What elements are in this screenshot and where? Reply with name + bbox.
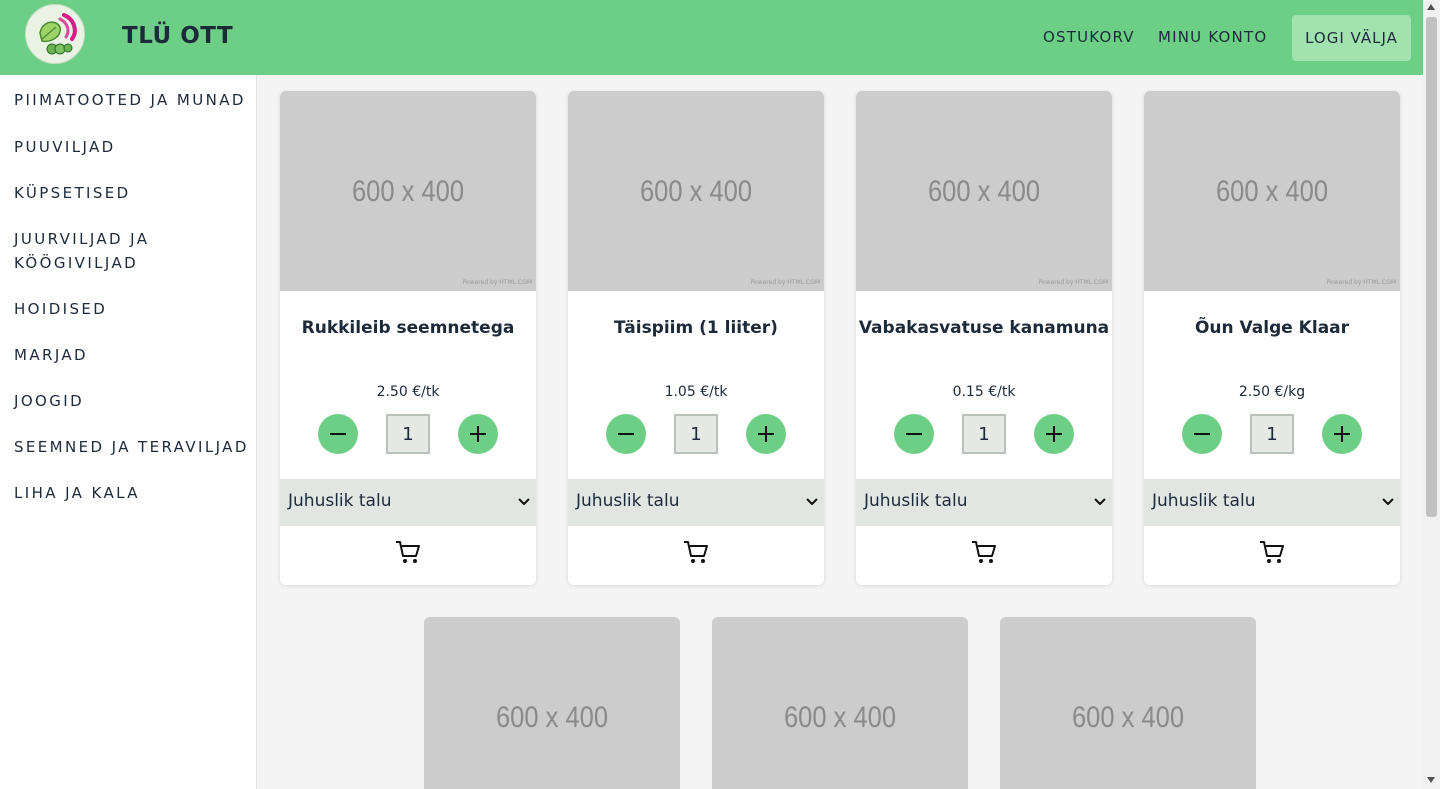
minus-icon <box>906 433 922 435</box>
product-name: Vabakasvatuse kanamuna <box>858 318 1110 338</box>
image-credit: Powered by HTML.COM <box>1038 279 1108 286</box>
product-image: 600 x 400 <box>424 617 680 789</box>
chevron-down-icon <box>518 498 530 506</box>
add-to-cart-icon[interactable] <box>970 538 998 566</box>
sidebar-item-baked-goods[interactable]: KÜPSETISED <box>14 181 249 205</box>
sidebar-item-preserves[interactable]: HOIDISED <box>14 297 249 321</box>
product-price: 0.15 €/tk <box>952 384 1016 400</box>
chevron-down-icon <box>806 498 818 506</box>
page-scrollbar[interactable] <box>1423 0 1440 789</box>
sidebar-item-dairy-eggs[interactable]: PIIMATOOTED JA MUNAD <box>14 88 249 112</box>
decrease-quantity-button[interactable] <box>894 414 934 454</box>
add-to-cart-icon[interactable] <box>1258 538 1286 566</box>
product-image: 600 x 400 Powered by HTML.COM <box>1144 91 1400 291</box>
product-card: 600 x 400 Powered by HTML.COM Vabakasvat… <box>856 91 1112 585</box>
add-to-cart-icon[interactable] <box>394 538 422 566</box>
product-image: 600 x 400 <box>1000 617 1256 789</box>
brand-title[interactable]: TLÜ OTT <box>122 23 233 49</box>
farm-select[interactable]: Juhuslik talu <box>280 479 536 526</box>
image-credit: Powered by HTML.COM <box>750 279 820 286</box>
sidebar-item-meat-fish[interactable]: LIHA JA KALA <box>14 481 249 505</box>
scroll-down-icon[interactable] <box>1427 777 1435 783</box>
image-placeholder-label: 600 x 400 <box>1215 175 1329 208</box>
plus-icon <box>470 426 486 442</box>
quantity-input[interactable] <box>1250 414 1294 454</box>
image-placeholder-label: 600 x 400 <box>351 175 465 208</box>
sidebar-item-seeds-grains[interactable]: SEEMNED JA TERAVILJAD <box>14 435 249 459</box>
product-image: 600 x 400 <box>712 617 968 789</box>
increase-quantity-button[interactable] <box>458 414 498 454</box>
product-image: 600 x 400 Powered by HTML.COM <box>856 91 1112 291</box>
image-credit: Powered by HTML.COM <box>1326 279 1396 286</box>
image-placeholder-label: 600 x 400 <box>783 701 897 734</box>
plus-icon <box>758 426 774 442</box>
image-credit: Powered by HTML.COM <box>462 279 532 286</box>
image-placeholder-label: 600 x 400 <box>1071 701 1185 734</box>
leaf-logo-icon <box>39 13 77 55</box>
farm-select-value: Juhuslik talu <box>864 491 968 511</box>
scroll-up-icon[interactable] <box>1427 4 1435 10</box>
minus-icon <box>330 433 346 435</box>
increase-quantity-button[interactable] <box>746 414 786 454</box>
plus-icon <box>1046 426 1062 442</box>
farm-select-value: Juhuslik talu <box>1152 491 1256 511</box>
decrease-quantity-button[interactable] <box>1182 414 1222 454</box>
sidebar-item-berries[interactable]: MARJAD <box>14 343 249 367</box>
farm-select[interactable]: Juhuslik talu <box>568 479 824 526</box>
product-card: 600 x 400 Powered by HTML.COM Täispiim (… <box>568 91 824 585</box>
minus-icon <box>1194 433 1210 435</box>
quantity-input[interactable] <box>386 414 430 454</box>
logo[interactable] <box>25 4 85 64</box>
farm-select[interactable]: Juhuslik talu <box>856 479 1112 526</box>
sidebar-item-vegetables[interactable]: JUURVILJAD JA KÖÖGIVILJAD <box>14 227 164 275</box>
nav-account-link[interactable]: MINU KONTO <box>1158 28 1267 46</box>
plus-icon <box>1334 426 1350 442</box>
product-name: Täispiim (1 liiter) <box>614 318 778 338</box>
product-name: Rukkileib seemnetega <box>301 318 515 338</box>
farm-select-value: Juhuslik talu <box>576 491 680 511</box>
sidebar-item-fruits[interactable]: PUUVILJAD <box>14 135 249 159</box>
minus-icon <box>618 433 634 435</box>
product-price: 2.50 €/kg <box>1238 384 1306 400</box>
chevron-down-icon <box>1094 498 1106 506</box>
product-price: 2.50 €/tk <box>376 384 440 400</box>
product-image: 600 x 400 Powered by HTML.COM <box>568 91 824 291</box>
increase-quantity-button[interactable] <box>1322 414 1362 454</box>
increase-quantity-button[interactable] <box>1034 414 1074 454</box>
chevron-down-icon <box>1382 498 1394 506</box>
category-sidebar: PIIMATOOTED JA MUNAD PUUVILJAD KÜPSETISE… <box>0 75 257 789</box>
decrease-quantity-button[interactable] <box>318 414 358 454</box>
image-placeholder-label: 600 x 400 <box>639 175 753 208</box>
product-image: 600 x 400 Powered by HTML.COM <box>280 91 536 291</box>
product-card: 600 x 400 Powered by HTML.COM Rukkileib … <box>280 91 536 585</box>
farm-select[interactable]: Juhuslik talu <box>1144 479 1400 526</box>
scroll-thumb[interactable] <box>1426 17 1437 517</box>
product-card: 600 x 400 Powered by HTML.COM Õun Valge … <box>1144 91 1400 585</box>
quantity-input[interactable] <box>674 414 718 454</box>
quantity-input[interactable] <box>962 414 1006 454</box>
logout-button[interactable]: LOGI VÄLJA <box>1292 15 1411 61</box>
farm-select-value: Juhuslik talu <box>288 491 392 511</box>
image-placeholder-label: 600 x 400 <box>495 701 609 734</box>
nav-cart-link[interactable]: OSTUKORV <box>1043 28 1135 46</box>
top-header: TLÜ OTT OSTUKORV MINU KONTO LOGI VÄLJA <box>0 0 1423 75</box>
add-to-cart-icon[interactable] <box>682 538 710 566</box>
product-price: 1.05 €/tk <box>664 384 728 400</box>
sidebar-item-drinks[interactable]: JOOGID <box>14 389 249 413</box>
image-placeholder-label: 600 x 400 <box>927 175 1041 208</box>
decrease-quantity-button[interactable] <box>606 414 646 454</box>
product-name: Õun Valge Klaar <box>1194 318 1350 338</box>
